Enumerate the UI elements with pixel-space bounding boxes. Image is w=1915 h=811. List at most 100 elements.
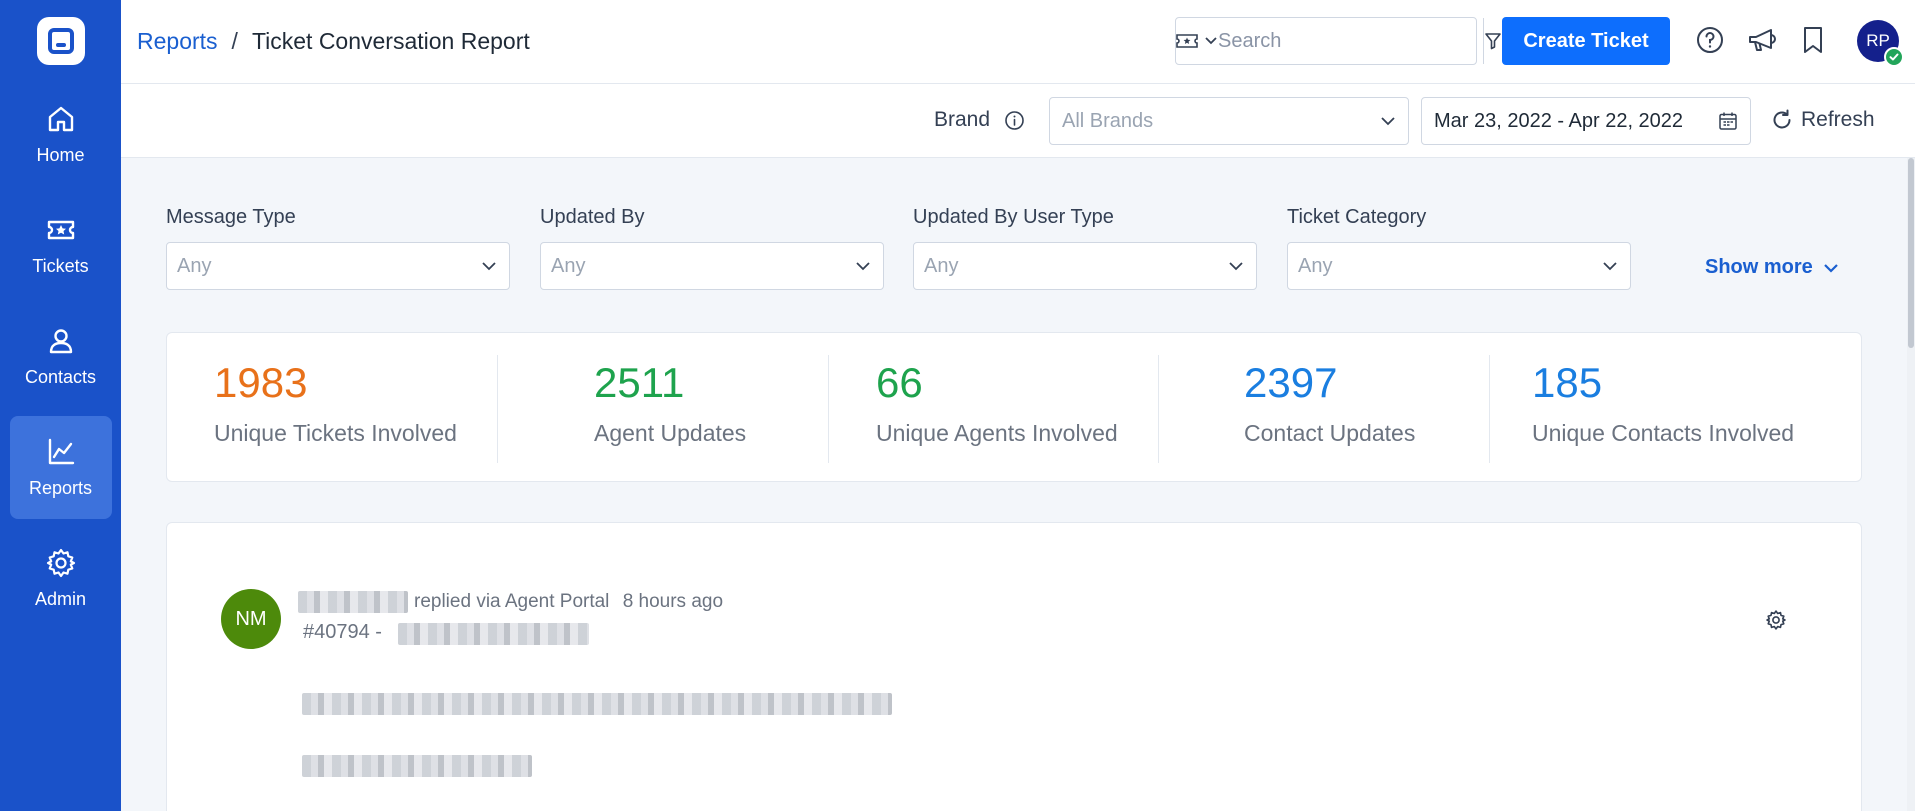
home-icon <box>48 106 73 132</box>
stat-divider <box>497 355 498 463</box>
sidebar-item-label: Contacts <box>24 367 97 387</box>
chevron-down-icon <box>1381 117 1395 126</box>
sidebar-item-contacts[interactable]: Contacts <box>10 305 112 408</box>
brand-label: Brand <box>934 108 991 131</box>
feed-settings-button[interactable] <box>1765 609 1787 636</box>
redacted-message-line <box>302 693 892 715</box>
sidebar-item-home[interactable]: Home <box>10 83 112 186</box>
search-type-selector[interactable] <box>1176 18 1218 64</box>
create-ticket-button[interactable]: Create Ticket <box>1502 17 1670 65</box>
announcements-button[interactable] <box>1746 24 1778 56</box>
updated-by-user-type-select[interactable]: Any <box>913 242 1257 290</box>
brand-select[interactable]: All Brands <box>1049 97 1409 145</box>
chevron-down-icon <box>1205 37 1217 45</box>
logo-mark <box>47 28 74 54</box>
stat-label: Contact Updates <box>1244 420 1416 446</box>
reply-action: replied via Agent Portal <box>414 591 610 612</box>
stat-value: 66 <box>876 359 923 406</box>
report-content: Message Type Any Updated By Any Updated … <box>121 158 1915 811</box>
scrollbar-thumb[interactable] <box>1908 158 1914 348</box>
gear-icon <box>46 548 75 578</box>
stats-summary-card: 1983 Unique Tickets Involved 2511 Agent … <box>166 332 1862 482</box>
help-icon <box>1697 27 1723 53</box>
megaphone-icon <box>1749 29 1776 51</box>
info-icon <box>1005 111 1024 130</box>
show-more-button[interactable]: Show more <box>1705 256 1839 279</box>
refresh-icon <box>1773 109 1791 129</box>
breadcrumb: Reports / Ticket Conversation Report <box>137 28 530 55</box>
user-avatar[interactable]: RP <box>1857 20 1904 67</box>
sidebar-item-tickets[interactable]: Tickets <box>10 194 112 297</box>
chevron-down-icon <box>856 262 870 271</box>
date-range-picker[interactable]: Mar 23, 2022 - Apr 22, 2022 <box>1421 97 1751 145</box>
filter-label: Updated By <box>540 206 645 228</box>
sidebar: Home Tickets Contacts Reports Admin <box>0 0 121 811</box>
date-range-value: Mar 23, 2022 - Apr 22, 2022 <box>1434 109 1684 132</box>
ticket-category-select[interactable]: Any <box>1287 242 1631 290</box>
page-title: Ticket Conversation Report <box>251 28 530 54</box>
stat-value: 2511 <box>594 359 685 406</box>
filter-value: Any <box>924 254 959 277</box>
brand-info-button[interactable] <box>1004 110 1025 136</box>
stat-value: 2397 <box>1244 359 1338 406</box>
sidebar-nav: Home Tickets Contacts Reports Admin <box>0 83 121 638</box>
stat-label: Unique Contacts Involved <box>1532 420 1795 446</box>
sidebar-item-label: Admin <box>34 589 87 609</box>
bookmarks-button[interactable] <box>1797 24 1829 56</box>
message-type-select[interactable]: Any <box>166 242 510 290</box>
filter-ticket-category: Ticket Category Any <box>1287 206 1631 290</box>
sidebar-item-label: Home <box>36 145 85 165</box>
redacted-author-name <box>298 591 408 613</box>
reply-time: 8 hours ago <box>622 591 724 612</box>
reply-meta: replied via Agent Portal 8 hours ago <box>414 591 723 613</box>
ticket-number: #40794 - <box>303 621 382 643</box>
search-filter-button[interactable] <box>1483 18 1502 64</box>
contact-icon <box>49 329 72 354</box>
filter-updated-by: Updated By Any <box>540 206 884 290</box>
stat-label: Agent Updates <box>594 420 747 446</box>
report-filter-bar: Brand All Brands Mar 23, 2022 - Apr 22, … <box>121 84 1915 158</box>
stat-value: 185 <box>1532 359 1603 406</box>
reports-icon <box>48 438 74 465</box>
ticket-reference-link[interactable]: #40794 - <box>303 621 382 644</box>
refresh-label: Refresh <box>1801 108 1875 131</box>
top-header: Reports / Ticket Conversation Report Cre… <box>121 0 1915 84</box>
app-logo[interactable] <box>36 17 85 65</box>
search-input[interactable] <box>1218 18 1483 64</box>
calendar-icon <box>1719 112 1737 130</box>
brand-select-value: All Brands <box>1062 109 1154 132</box>
redacted-message-line <box>302 755 532 777</box>
sidebar-item-admin[interactable]: Admin <box>10 527 112 630</box>
filter-label: Ticket Category <box>1287 206 1427 228</box>
refresh-button[interactable]: Refresh <box>1771 108 1875 132</box>
breadcrumb-separator: / <box>231 28 238 54</box>
help-button[interactable] <box>1694 24 1726 56</box>
check-icon <box>1889 53 1899 61</box>
stat-label: Unique Agents Involved <box>876 420 1118 446</box>
chevron-down-icon <box>1824 263 1838 273</box>
ticket-icon <box>1176 34 1198 48</box>
online-status-badge <box>1884 47 1904 67</box>
redacted-ticket-subject <box>398 623 589 645</box>
filter-value: Any <box>551 254 586 277</box>
stat-divider <box>828 355 829 463</box>
sidebar-item-reports[interactable]: Reports <box>9 416 112 519</box>
author-initials: NM <box>235 607 267 630</box>
filter-icon <box>1485 33 1501 50</box>
updated-by-select[interactable]: Any <box>540 242 884 290</box>
gear-icon <box>1766 610 1786 630</box>
filter-value: Any <box>177 254 212 277</box>
chevron-down-icon <box>1229 262 1243 271</box>
stat-label: Unique Tickets Involved <box>214 420 457 446</box>
breadcrumb-reports-link[interactable]: Reports <box>137 28 218 55</box>
filter-value: Any <box>1298 254 1333 277</box>
search-box <box>1175 17 1501 65</box>
stat-divider <box>1158 355 1159 463</box>
sidebar-item-label: Reports <box>28 478 93 498</box>
bookmark-icon <box>1804 27 1822 53</box>
stat-value: 1983 <box>214 359 308 406</box>
filter-label: Updated By User Type <box>913 206 1114 228</box>
ticket-icon <box>47 220 74 240</box>
sidebar-item-label: Tickets <box>32 256 89 276</box>
stat-divider <box>1489 355 1490 463</box>
